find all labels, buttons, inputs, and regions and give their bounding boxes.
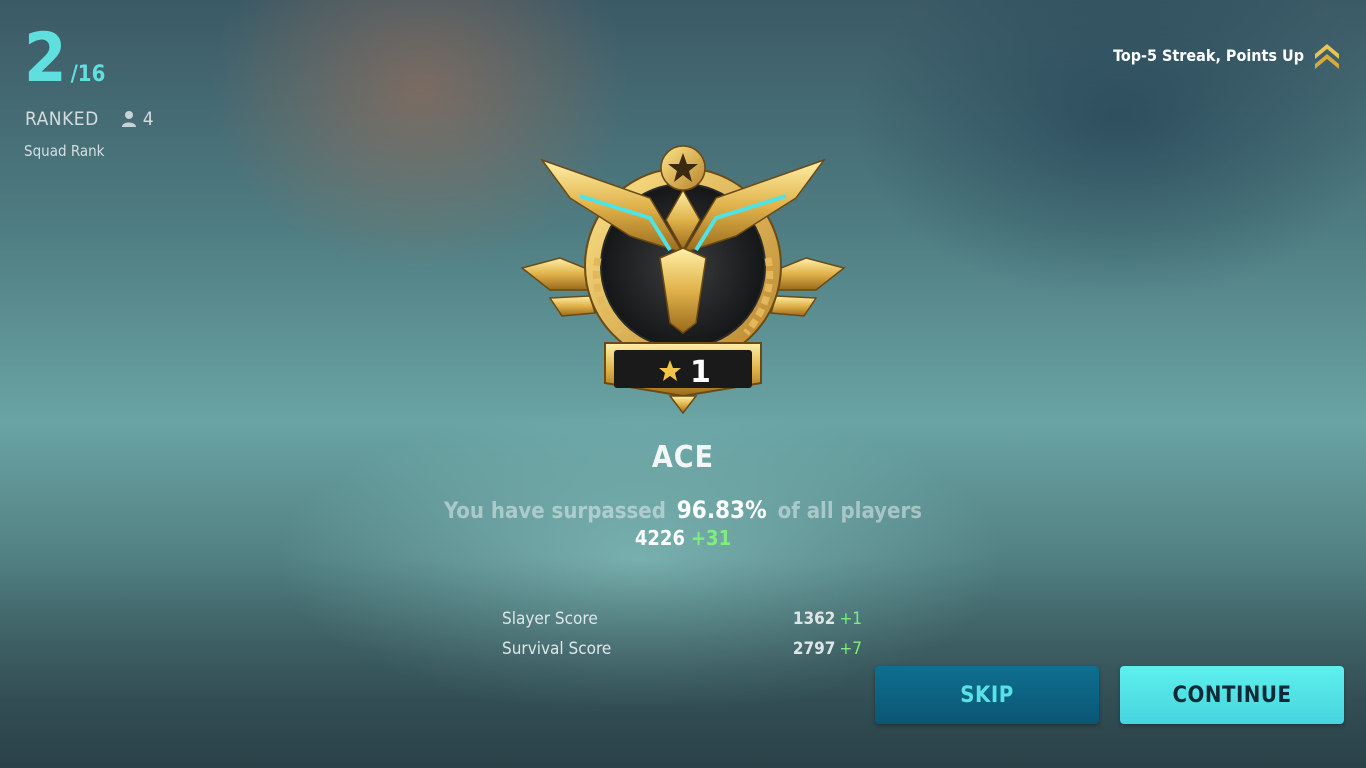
score-value: 1362 bbox=[792, 609, 836, 629]
placement-total: /16 bbox=[70, 62, 106, 87]
placement-number: 2 bbox=[24, 19, 67, 98]
score-breakdown: Slayer Score 1362 +1 Survival Score 2797 +… bbox=[502, 604, 862, 664]
score-delta: +7 bbox=[839, 639, 862, 659]
surpass-prefix: You have surpassed bbox=[444, 499, 666, 524]
total-points: 4226 bbox=[634, 526, 685, 550]
double-chevron-up-icon bbox=[1315, 44, 1339, 69]
score-label: Survival Score bbox=[502, 639, 612, 659]
points-delta: +31 bbox=[690, 526, 732, 550]
skip-button[interactable]: SKIP bbox=[875, 666, 1099, 724]
tier-name: ACE bbox=[651, 440, 715, 475]
squad-rank-label: Squad Rank bbox=[24, 142, 105, 160]
score-row-slayer: Slayer Score 1362 +1 bbox=[502, 604, 862, 634]
match-placement: 2/16 bbox=[24, 24, 105, 94]
ace-tier-emblem: 1 bbox=[520, 145, 846, 415]
score-row-survival: Survival Score 2797 +7 bbox=[502, 634, 862, 664]
score-value: 2797 bbox=[792, 639, 836, 659]
surpass-text: You have surpassed 96.83% of all players bbox=[0, 496, 1366, 524]
surpass-suffix: of all players bbox=[777, 499, 922, 524]
squad-size: 4 bbox=[142, 108, 154, 130]
mode-label: RANKED bbox=[25, 108, 99, 130]
surpass-percentage: 96.83% bbox=[676, 496, 767, 524]
score-delta: +1 bbox=[839, 609, 862, 629]
rank-points: 4226 +31 bbox=[0, 526, 1366, 550]
star-count: 1 bbox=[690, 355, 711, 390]
streak-text: Top-5 Streak, Points Up bbox=[1113, 45, 1304, 65]
score-label: Slayer Score bbox=[502, 609, 598, 629]
person-icon bbox=[121, 111, 136, 127]
mode-row: RANKED 4 bbox=[25, 108, 154, 130]
continue-button[interactable]: CONTINUE bbox=[1120, 666, 1344, 724]
streak-indicator: Top-5 Streak, Points Up bbox=[1113, 40, 1342, 70]
